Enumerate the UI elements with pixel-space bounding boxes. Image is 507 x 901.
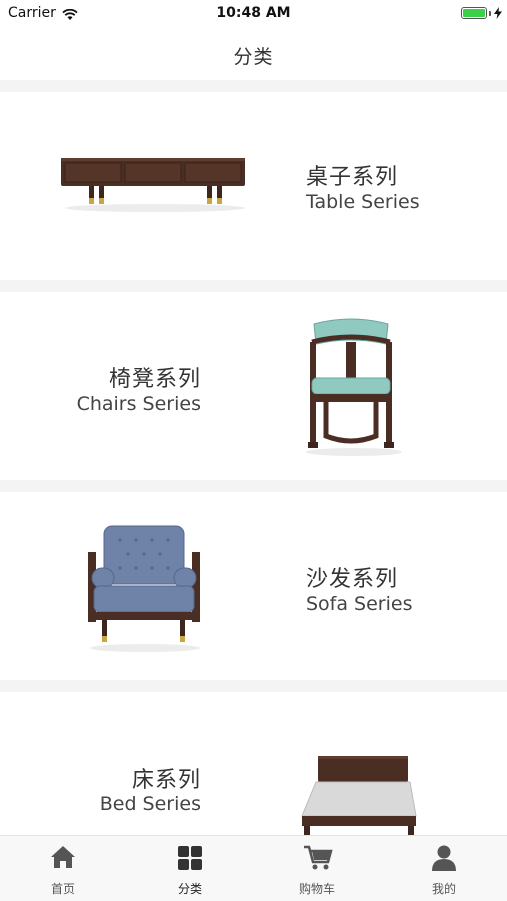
tab-cart[interactable]: 购物车 [254,836,380,901]
charging-bolt-icon [494,4,502,23]
category-title-zh: 沙发系列 [306,567,399,592]
tab-label: 购物车 [298,882,335,896]
chair-series-image [306,318,402,456]
category-card-tables[interactable]: 桌子系列 Table Series [0,92,507,280]
cart-icon [304,845,333,870]
category-title-en: Table Series [306,191,420,213]
grid-icon [178,846,202,870]
category-title-en: Bed Series [99,793,201,815]
tab-label: 我的 [431,882,456,896]
tab-category[interactable]: 分类 [127,836,253,901]
page-title: 分类 [233,46,274,68]
battery-icon [461,7,487,19]
category-title-en: Chairs Series [76,393,201,415]
category-card-sofa[interactable]: 沙发系列 Sofa Series [0,492,507,680]
table-series-image [61,158,245,212]
category-title-zh: 椅凳系列 [108,367,201,392]
bed-series-image [301,756,417,835]
sofa-series-image [88,525,200,652]
tab-bar: 首页 分类 购物车 我的 [0,835,507,901]
tab-label: 分类 [177,882,202,896]
category-title-en: Sofa Series [306,593,413,615]
home-icon [51,846,75,868]
user-icon [432,845,456,871]
tab-home[interactable]: 首页 [0,836,126,901]
category-title-zh: 桌子系列 [306,165,399,190]
battery-cap [489,11,491,16]
tab-profile[interactable]: 我的 [381,836,507,901]
navigation-bar: 分类 [0,28,507,80]
category-card-bed[interactable]: 床系列 Bed Series [0,692,507,835]
category-card-chairs[interactable]: 椅凳系列 Chairs Series [0,292,507,480]
category-title-zh: 床系列 [131,768,201,793]
clock: 10:48 AM [216,5,291,21]
tab-label: 首页 [50,882,75,896]
status-bar: Carrier 10:48 AM [0,0,507,28]
